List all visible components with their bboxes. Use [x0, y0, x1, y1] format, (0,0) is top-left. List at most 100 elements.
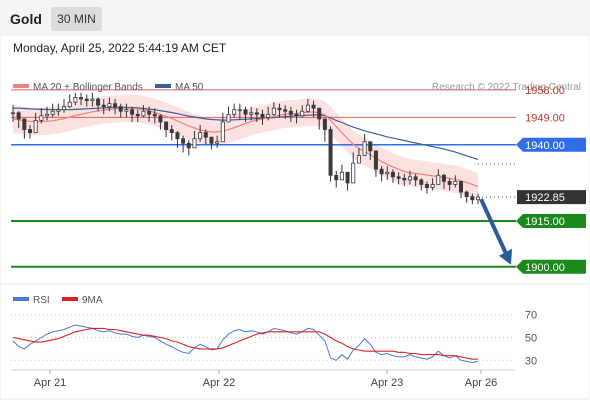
candle-body — [62, 106, 67, 111]
candle-body — [79, 97, 84, 100]
candle-body — [266, 113, 271, 118]
candle-body — [152, 113, 157, 117]
candle-body — [271, 107, 276, 115]
candle-body — [345, 171, 350, 184]
time-tick-label: Apr 23 — [371, 377, 403, 389]
candle-body — [424, 184, 429, 188]
candle-body — [441, 174, 446, 182]
candle-body — [328, 129, 333, 176]
candle-body — [158, 115, 163, 123]
candle-body — [215, 141, 220, 144]
candle-body — [356, 155, 361, 164]
candle-body — [283, 109, 288, 112]
rsi-chart: 70 50 30 — [11, 310, 537, 367]
candle-body — [368, 141, 373, 152]
candle-body — [226, 113, 231, 123]
candle-body — [186, 142, 191, 149]
price-chart: 1958.00 1949.00 1940.00 1922.85 1915.00 1900.… — [10, 85, 586, 274]
candle-body — [45, 113, 50, 117]
rsi-legend-swatch — [13, 297, 29, 301]
candle-body — [169, 129, 174, 134]
candle-body — [107, 103, 112, 108]
candle-body — [436, 174, 441, 185]
candle-body — [96, 98, 101, 106]
ma50-legend-swatch — [155, 84, 171, 88]
candle-body — [203, 132, 208, 138]
candle-body — [339, 171, 344, 181]
candle-body — [147, 110, 152, 115]
candle-body — [407, 176, 412, 181]
candle-body — [22, 118, 27, 130]
candle-body — [322, 118, 327, 130]
time-tick-label: Apr 26 — [465, 377, 497, 389]
candle-body — [209, 136, 214, 144]
resistance-label: 1958.00 — [525, 85, 565, 97]
candle-body — [175, 132, 180, 140]
rsi-tick-label: 50 — [525, 333, 537, 345]
candle-body — [130, 109, 135, 115]
candle-body — [447, 180, 452, 185]
candle-body — [243, 109, 248, 115]
forecast-arrow-shaft — [479, 198, 509, 257]
candle-body — [413, 176, 418, 181]
candle-body — [16, 112, 21, 120]
candle-body — [475, 196, 480, 201]
candle-body — [181, 138, 186, 144]
candle-body — [458, 180, 463, 193]
ma20-legend-label: MA 20 + Bollinger Bands — [33, 82, 143, 93]
candle-body — [311, 104, 316, 109]
candle-body — [419, 179, 424, 185]
candle-body — [192, 138, 197, 149]
candle-body — [135, 113, 140, 117]
candle-body — [164, 121, 169, 130]
last-price-label: 1922.85 — [525, 192, 565, 204]
candle-body — [39, 115, 44, 121]
candle-body — [124, 109, 129, 112]
candle-body — [28, 129, 33, 134]
candle-body — [385, 171, 390, 175]
candle-body — [464, 191, 469, 198]
support-label: 1915.00 — [525, 216, 565, 228]
chart-canvas: MA 20 + Bollinger Bands MA 50 Research ©… — [1, 82, 589, 389]
ma20-legend-swatch — [13, 84, 29, 88]
candle-body — [84, 98, 89, 101]
candle-body — [300, 110, 305, 117]
candle-body — [317, 107, 322, 120]
candle-body — [260, 113, 265, 118]
candle-body — [430, 184, 435, 188]
candle-body — [305, 104, 310, 112]
rsi-ma-line — [12, 327, 478, 360]
candle-body — [288, 110, 293, 115]
candle-body — [67, 101, 72, 108]
candle-body — [351, 162, 356, 184]
candle-body — [10, 112, 15, 115]
candle-body — [90, 98, 95, 101]
candle-body — [379, 168, 384, 175]
candle-body — [232, 109, 237, 115]
time-tick-label: Apr 22 — [203, 377, 235, 389]
candle-body — [50, 110, 55, 115]
candle-body — [118, 106, 123, 112]
candle-body — [362, 141, 367, 156]
ma50-legend-label: MA 50 — [175, 82, 204, 93]
candle-body — [390, 171, 395, 178]
candle-body — [220, 121, 225, 143]
candle-body — [402, 177, 407, 181]
support-label: 1900.00 — [525, 262, 565, 274]
candle-body — [294, 113, 299, 117]
candle-body — [373, 150, 378, 170]
candle-body — [396, 176, 401, 179]
candle-body — [33, 120, 38, 134]
candle-body — [113, 103, 118, 108]
candle-body — [249, 112, 254, 115]
rsi-ma-legend-swatch — [62, 297, 78, 301]
rsi-tick-label: 30 — [525, 355, 537, 367]
candle-body — [73, 97, 78, 103]
candle-body — [56, 109, 61, 112]
resistance-label: 1949.00 — [525, 112, 565, 124]
time-tick-label: Apr 21 — [34, 377, 66, 389]
candle-body — [101, 104, 106, 108]
candle-body — [254, 112, 259, 115]
candle-body — [453, 180, 458, 185]
candle-body — [237, 109, 242, 112]
